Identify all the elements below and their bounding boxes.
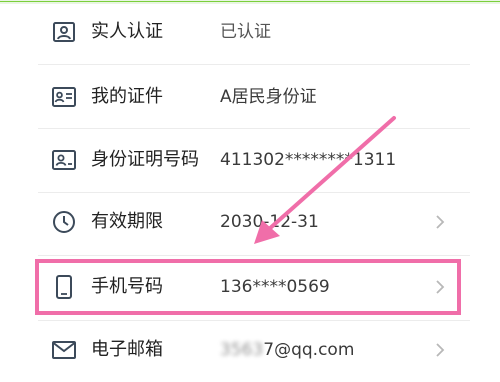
row-label: 我的证件 — [91, 86, 163, 107]
row-email[interactable]: 电子邮箱 35637@qq.com — [0, 318, 500, 382]
chevron-right-icon — [432, 208, 448, 236]
id-number-icon — [50, 148, 78, 172]
row-validity-period[interactable]: 有效期限 2030-12-31 — [0, 190, 500, 254]
highlight-box — [35, 259, 461, 315]
chevron-right-icon — [432, 336, 448, 364]
row-value: 已认证 — [220, 22, 271, 42]
row-real-name-auth: 实人认证 已认证 — [0, 0, 500, 64]
row-label: 实人认证 — [91, 21, 163, 42]
row-label: 有效期限 — [91, 211, 163, 232]
blurred-email-prefix: 3563 — [220, 340, 264, 360]
row-value: 35637@qq.com — [220, 336, 354, 364]
row-id-number: 身份证明号码 411302********1311 — [0, 128, 500, 192]
row-value: A居民身份证 — [220, 87, 317, 107]
id-card-icon — [50, 85, 78, 109]
row-label: 电子邮箱 — [91, 339, 163, 360]
row-value: 411302********1311 — [220, 150, 397, 170]
row-value: 2030-12-31 — [220, 212, 319, 232]
mail-icon — [50, 338, 78, 362]
row-my-documents[interactable]: 我的证件 A居民身份证 — [0, 65, 500, 129]
person-id-icon — [50, 20, 78, 44]
email-visible-part: 7@qq.com — [263, 340, 355, 360]
row-label: 身份证明号码 — [91, 149, 199, 170]
clock-icon — [50, 210, 78, 234]
account-info-list: 实人认证 已认证 我的证件 A居民身份证 身份证明号码 411302******… — [0, 0, 500, 375]
